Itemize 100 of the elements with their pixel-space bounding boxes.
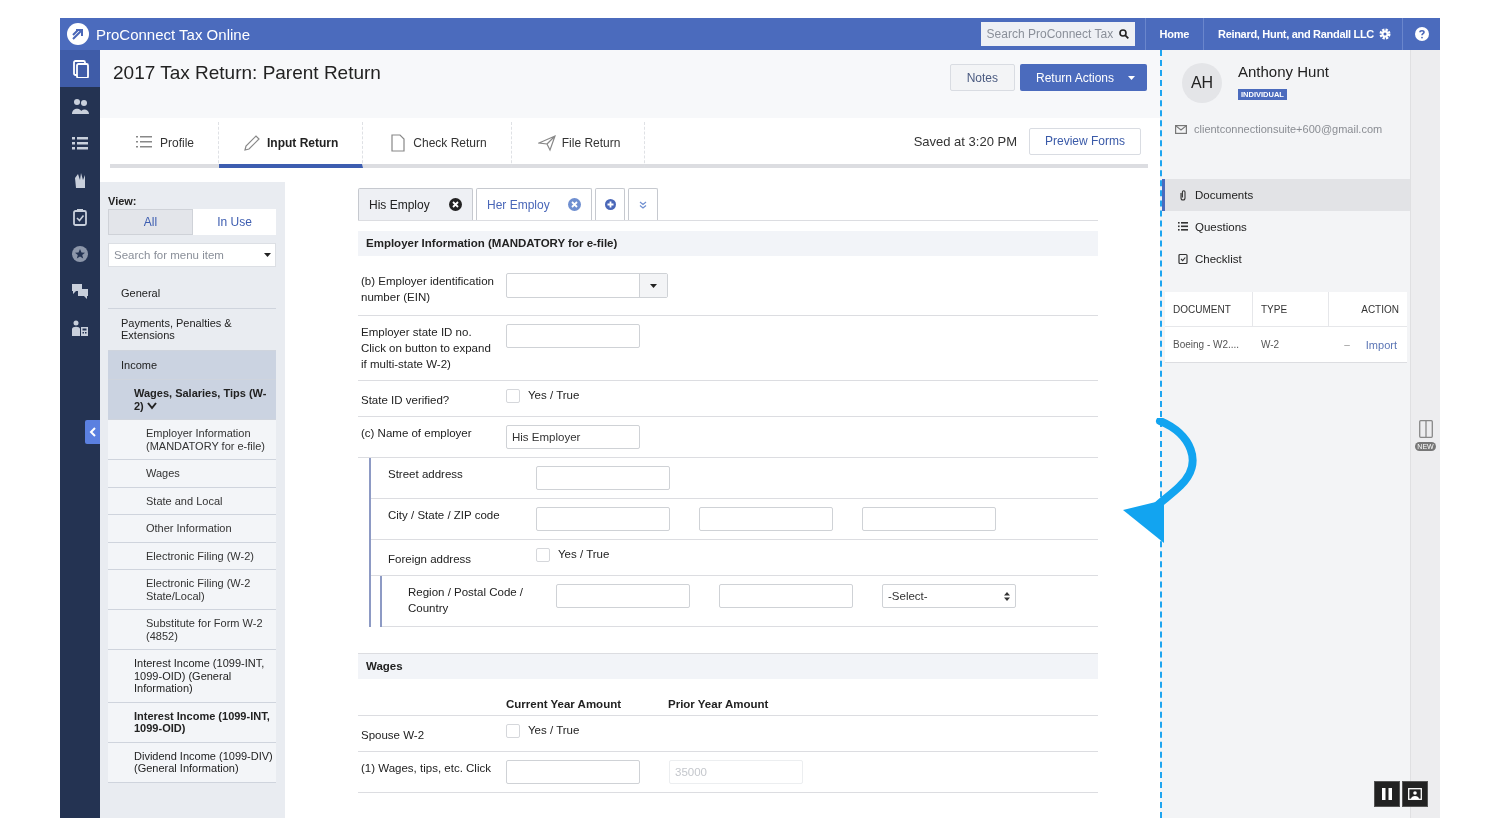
clipboard-icon: [1178, 253, 1188, 265]
checkbox[interactable]: [506, 724, 520, 738]
input-field[interactable]: [536, 466, 670, 490]
menu-item[interactable]: Interest Income (1099-INT, 1099-OID) (General Information): [108, 650, 276, 703]
chat-icon: [71, 281, 89, 300]
paper-plane-icon: [537, 134, 556, 152]
menu-item[interactable]: Wages, Salaries, Tips (W-2): [108, 380, 276, 420]
form-tab[interactable]: His Employ: [358, 188, 473, 220]
section-header: Wages: [358, 654, 1098, 679]
checkbox[interactable]: [536, 548, 550, 562]
column-header: ACTION: [1360, 302, 1400, 317]
input-field[interactable]: [719, 584, 853, 608]
field-label: State ID verified?: [361, 393, 451, 408]
input-field[interactable]: [556, 584, 690, 608]
field-label: (c) Name of employer: [361, 426, 473, 441]
column-header: Prior Year Amount: [668, 698, 770, 710]
field-label: Street address: [388, 467, 464, 482]
column-header: Current Year Amount: [506, 698, 623, 710]
field-label: Spouse W-2: [361, 728, 426, 743]
checkbox-label: Yes / True: [558, 548, 610, 560]
section-header: Employer Information (MANDATORY for e-file): [358, 231, 1098, 256]
notes-button[interactable]: Notes: [949, 64, 1015, 91]
list-icon: [1178, 221, 1188, 233]
plus-icon: [604, 199, 616, 210]
field-label: (b) Employer identification number (EIN): [361, 274, 495, 305]
view-option[interactable]: All: [108, 209, 193, 235]
field-label: City / State / ZIP code: [388, 508, 501, 523]
menu-item[interactable]: Wages: [108, 460, 276, 488]
pencil-icon: [243, 134, 261, 152]
view-label: View:: [108, 195, 138, 207]
menu-item[interactable]: Employer Information (MANDATORY for e-file): [108, 420, 276, 460]
documents-icon: [71, 59, 89, 78]
client-email: clientconnectionsuite+600@gmail.com: [1194, 123, 1383, 135]
client-name: Anthony Hunt: [1238, 63, 1329, 80]
caret-icon: [264, 253, 271, 257]
field-label: Foreign address: [388, 552, 473, 567]
picture-button[interactable]: [1402, 781, 1428, 807]
logo-icon: [67, 23, 89, 45]
tab[interactable]: Check Return: [363, 122, 512, 168]
menu-item[interactable]: Dividend Income (1099-DIV) (General Information): [108, 742, 276, 783]
rail-button[interactable]: [60, 50, 100, 87]
input-field[interactable]: [506, 324, 640, 348]
import-link[interactable]: Import: [1365, 338, 1397, 351]
mail-icon: [1175, 124, 1187, 134]
help-icon[interactable]: [1414, 27, 1429, 41]
menu-item[interactable]: Other Information: [108, 515, 276, 543]
add-tab-button[interactable]: [595, 188, 625, 220]
form-tab[interactable]: Her Employ: [476, 188, 592, 220]
search-field[interactable]: Search ProConnect Tax: [980, 22, 1135, 46]
pause-icon: [1382, 788, 1392, 800]
tab[interactable]: Profile: [110, 122, 219, 168]
field-label: Employer state ID no. Click on button to expand if multi-state W-2): [361, 325, 492, 372]
menu-item[interactable]: Electronic Filing (W-2): [108, 542, 276, 570]
menu-item[interactable]: Income: [108, 350, 276, 380]
table-cell-text: Boeing - W2....: [1172, 339, 1241, 350]
table-cell: –: [1344, 338, 1350, 351]
input-field[interactable]: [506, 760, 640, 784]
search-field[interactable]: Search for menu item: [108, 243, 276, 267]
chevron-left-icon: [89, 427, 96, 437]
tab[interactable]: File Return: [511, 122, 646, 168]
panel-tab[interactable]: Checklist: [1162, 243, 1410, 275]
picture-icon: [1408, 788, 1422, 800]
panel-tab[interactable]: Questions: [1162, 211, 1410, 243]
input-field[interactable]: [699, 507, 833, 531]
preview-forms-button[interactable]: Preview Forms: [1029, 127, 1141, 155]
avatar: AH: [1182, 63, 1222, 103]
clipboard-icon: [71, 207, 89, 226]
calculator-icon: [71, 318, 89, 337]
saved-status: Saved at 3:20 PM: [913, 133, 1017, 149]
menu-item[interactable]: Interest Income (1099-INT, 1099-OID): [108, 702, 276, 743]
menu-item[interactable]: Electronic Filing (W-2 State/Local): [108, 570, 276, 610]
input-field[interactable]: [536, 507, 670, 531]
caret-icon: [650, 283, 657, 288]
panel-tab[interactable]: Documents: [1162, 179, 1410, 211]
product-name: ProConnect Tax Online: [96, 25, 250, 43]
caret-icon: [1128, 75, 1136, 80]
page-title: 2017 Tax Return: Parent Return: [113, 62, 381, 84]
checkbox-label: Yes / True: [528, 724, 580, 736]
people-icon: [71, 96, 89, 115]
pause-button[interactable]: [1374, 781, 1400, 807]
close-icon[interactable]: [449, 198, 462, 211]
dropdown[interactable]: -Select-: [882, 584, 1016, 608]
menu-item[interactable]: Substitute for Form W-2 (4852): [108, 610, 276, 650]
double-chevron-icon: [639, 200, 647, 209]
checkbox[interactable]: [506, 389, 520, 403]
paperclip-icon: [1178, 189, 1188, 201]
combo-field[interactable]: [506, 273, 668, 298]
input-field: 35000: [669, 760, 803, 784]
tab[interactable]: Input Return: [219, 122, 364, 168]
field-label: Region / Postal Code / Country: [408, 585, 525, 616]
settings-icon[interactable]: [1378, 27, 1392, 41]
return-actions-button[interactable]: Return Actions: [1020, 64, 1147, 91]
checkbox-label: Yes / True: [528, 389, 580, 401]
input-field[interactable]: [862, 507, 996, 531]
panel-icon[interactable]: [1418, 420, 1433, 438]
input-field[interactable]: His Employer: [506, 425, 640, 449]
menu-item[interactable]: State and Local: [108, 487, 276, 515]
table-cell-text: W-2: [1260, 339, 1281, 350]
collapse-button[interactable]: [85, 420, 100, 444]
field-label: (1) Wages, tips, etc. Click: [361, 761, 492, 776]
